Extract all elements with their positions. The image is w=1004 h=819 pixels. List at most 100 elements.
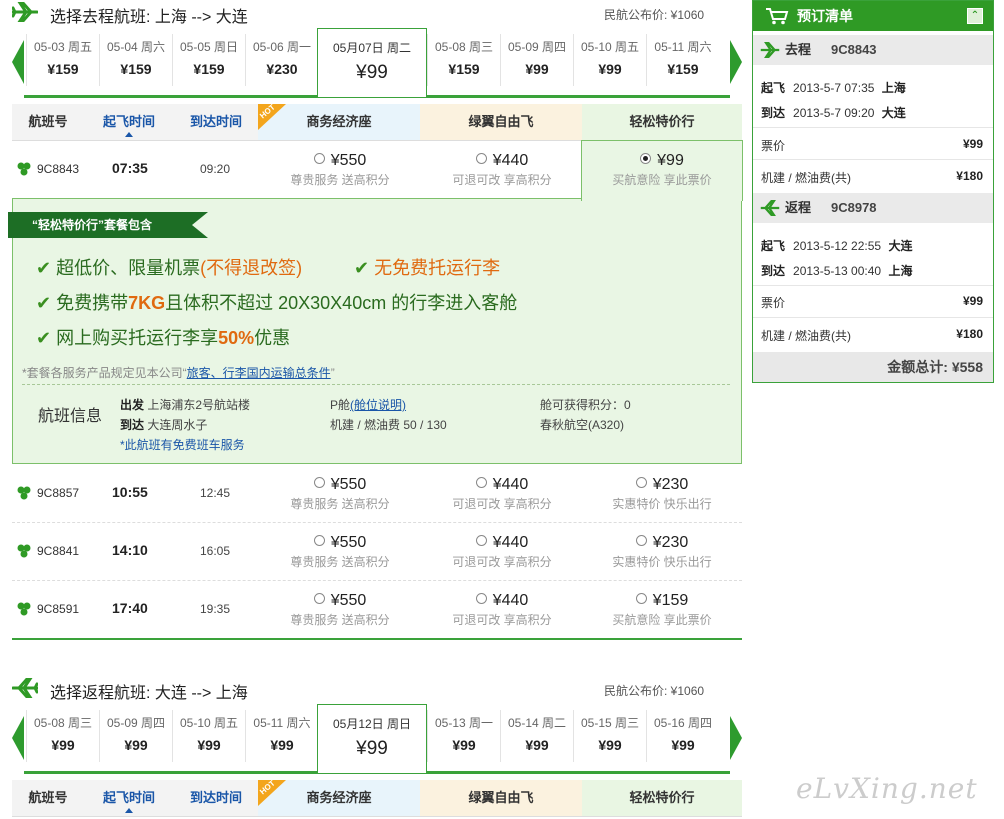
terms-link[interactable]: 旅客、行李国内运输总条件: [187, 366, 331, 380]
date-tab[interactable]: 05-14 周二 ¥99: [500, 710, 573, 762]
date-tab[interactable]: 05-04 周六 ¥159: [99, 34, 172, 86]
flight-number: 9C8857: [37, 486, 80, 500]
aircraft: 春秋航空(A320): [540, 418, 625, 432]
fare-business[interactable]: ¥550 尊贵服务 送高积分: [260, 534, 420, 570]
date-tab[interactable]: 05-15 周三 ¥99: [573, 710, 646, 762]
go-header: 去程 9C8843: [753, 35, 993, 65]
fare-radio[interactable]: [635, 535, 647, 546]
airline-logo-icon: [17, 486, 31, 500]
col-business: 商务经济座: [258, 780, 420, 816]
shuttle-note: *此航班有免费班车服务: [120, 438, 245, 452]
cart-title: 预订清单: [797, 8, 853, 24]
date-tab[interactable]: 05-08 周三 ¥159: [427, 34, 500, 86]
package-line-1: ✔ 超低价、限量机票(不得退改签): [36, 258, 303, 278]
date-tab[interactable]: 05-09 周四 ¥99: [500, 34, 573, 86]
date-tab[interactable]: 05-03 周五 ¥159: [26, 34, 99, 86]
fare-radio[interactable]: [475, 153, 487, 164]
fare-business[interactable]: ¥550 尊贵服务 送高积分: [260, 592, 420, 628]
package-ribbon: “轻松特价行”套餐包含: [8, 212, 208, 238]
date-tab[interactable]: 05-05 周日 ¥159: [172, 34, 245, 86]
flight-info-title: 航班信息: [38, 408, 103, 425]
col-green-wing: 绿翼自由飞: [420, 104, 582, 140]
return-ticket-price: ¥99: [962, 294, 983, 308]
flight-row[interactable]: 9C8857 10:55 12:45 ¥550 尊贵服务 送高积分 ¥440 可退可…: [12, 464, 742, 523]
fare-easy-special[interactable]: ¥230 实惠特价 快乐出行: [582, 534, 742, 570]
plane-icon: [12, 2, 38, 22]
outbound-date-strip: 05-03 周五 ¥159 05-04 周六 ¥159 05-05 周日 ¥159 0…: [12, 28, 742, 98]
fare-radio[interactable]: [313, 593, 325, 604]
dep-time: 14:10: [112, 542, 148, 558]
fare-radio[interactable]: [635, 477, 647, 488]
package-note: *套餐各服务产品规定见本公司“旅客、行李国内运输总条件”: [22, 366, 335, 380]
col-flight-no: 航班号: [28, 114, 68, 129]
return-header: 返程 9C8978: [753, 193, 993, 223]
fare-radio[interactable]: [635, 593, 647, 604]
col-easy-special: 轻松特价行: [582, 780, 742, 816]
flight-number: 9C8591: [37, 602, 80, 616]
fare-easy-special[interactable]: ¥99 买航意险 享此票价: [582, 152, 742, 188]
date-tab[interactable]: 05-11 周六 ¥159: [646, 34, 719, 86]
flight-row[interactable]: 9C8841 14:10 16:05 ¥550 尊贵服务 送高积分 ¥440 可退可…: [12, 522, 742, 581]
plane-icon: [760, 42, 780, 58]
date-tab[interactable]: 05-16 周四 ¥99: [646, 710, 719, 762]
fare-green-wing[interactable]: ¥440 可退可改 享高积分: [422, 534, 582, 570]
fare-radio-selected[interactable]: [640, 153, 652, 164]
official-price: 民航公布价: ¥1060: [604, 684, 705, 698]
flight-row[interactable]: 9C8591 17:40 19:35 ¥550 尊贵服务 送高积分 ¥440 可退可…: [12, 580, 742, 638]
arr-time: 09:20: [200, 162, 231, 176]
plane-return-icon: [760, 200, 780, 216]
go-fee-label: 机建 / 燃油费(共): [761, 171, 851, 185]
return-date-strip: 05-08 周三 ¥99 05-09 周四 ¥99 05-10 周五 ¥99 05-1…: [12, 704, 742, 774]
total-amount: 金额总计: ¥558: [753, 352, 993, 382]
date-tab[interactable]: 05-10 周五 ¥99: [172, 710, 245, 762]
date-tab[interactable]: 05-08 周三 ¥99: [26, 710, 99, 762]
flight-number: 9C8841: [37, 544, 80, 558]
col-arr-time[interactable]: 到达时间: [174, 104, 258, 140]
col-dep-time[interactable]: 起飞时间: [84, 104, 174, 140]
fare-green-wing[interactable]: ¥440 可退可改 享高积分: [422, 152, 582, 188]
fare-radio[interactable]: [313, 153, 325, 164]
date-tab-selected[interactable]: 05月12日 周日 ¥99: [317, 704, 427, 773]
cart-icon: [766, 8, 789, 25]
next-arrow-icon[interactable]: [730, 40, 742, 84]
fare-green-wing[interactable]: ¥440 可退可改 享高积分: [422, 592, 582, 628]
dep-time: 07:35: [112, 160, 148, 176]
airline-logo-icon: [17, 544, 31, 558]
fare-business[interactable]: ¥550 尊贵服务 送高积分: [260, 476, 420, 512]
dep-airport: 出发 上海浦东2号航站楼: [120, 398, 251, 412]
cart-header: 预订清单 ⌃: [753, 1, 993, 31]
cabin-info-link[interactable]: (舱位说明): [350, 398, 406, 412]
date-tab[interactable]: 05-10 周五 ¥99: [573, 34, 646, 86]
fare-green-wing[interactable]: ¥440 可退可改 享高积分: [422, 476, 582, 512]
return-ticket-label: 票价: [761, 296, 786, 310]
section-bottom-line: [12, 638, 742, 640]
divider: [22, 384, 730, 385]
next-arrow-icon[interactable]: [730, 716, 742, 760]
return-title: 选择返程航班: 大连 --> 上海: [50, 685, 248, 702]
arr-time: 16:05: [200, 544, 231, 558]
fare-radio[interactable]: [475, 477, 487, 488]
date-tab[interactable]: 05-13 周一 ¥99: [427, 710, 500, 762]
fare-radio[interactable]: [475, 535, 487, 546]
col-arr-time[interactable]: 到达时间: [174, 780, 258, 816]
prev-arrow-icon[interactable]: [12, 40, 24, 84]
fare-easy-special[interactable]: ¥159 买航意险 享此票价: [582, 592, 742, 628]
fare-business[interactable]: ¥550 尊贵服务 送高积分: [260, 152, 420, 188]
fare-easy-special[interactable]: ¥230 实惠特价 快乐出行: [582, 476, 742, 512]
divider: [753, 317, 993, 318]
flight-row[interactable]: 9C8843 07:35 09:20 ¥550 尊贵服务 送高积分 ¥440 可退可…: [12, 140, 742, 198]
prev-arrow-icon[interactable]: [12, 716, 24, 760]
date-tab[interactable]: 05-06 周一 ¥230: [245, 34, 318, 86]
plane-return-icon: [12, 678, 38, 698]
outbound-table-header: 航班号 起飞时间 到达时间 商务经济座 绿翼自由飞 轻松特价行: [12, 104, 742, 141]
collapse-toggle-icon[interactable]: ⌃: [967, 8, 983, 24]
date-tab[interactable]: 05-09 周四 ¥99: [99, 710, 172, 762]
fare-radio[interactable]: [313, 535, 325, 546]
go-departure: 起飞 2013-5-7 07:35 上海: [761, 81, 906, 95]
fare-radio[interactable]: [475, 593, 487, 604]
date-tab-selected[interactable]: 05月07日 周二 ¥99: [317, 28, 427, 97]
fare-radio[interactable]: [313, 477, 325, 488]
divider: [753, 285, 993, 286]
col-dep-time[interactable]: 起飞时间: [84, 780, 174, 816]
date-tab[interactable]: 05-11 周六 ¥99: [245, 710, 318, 762]
